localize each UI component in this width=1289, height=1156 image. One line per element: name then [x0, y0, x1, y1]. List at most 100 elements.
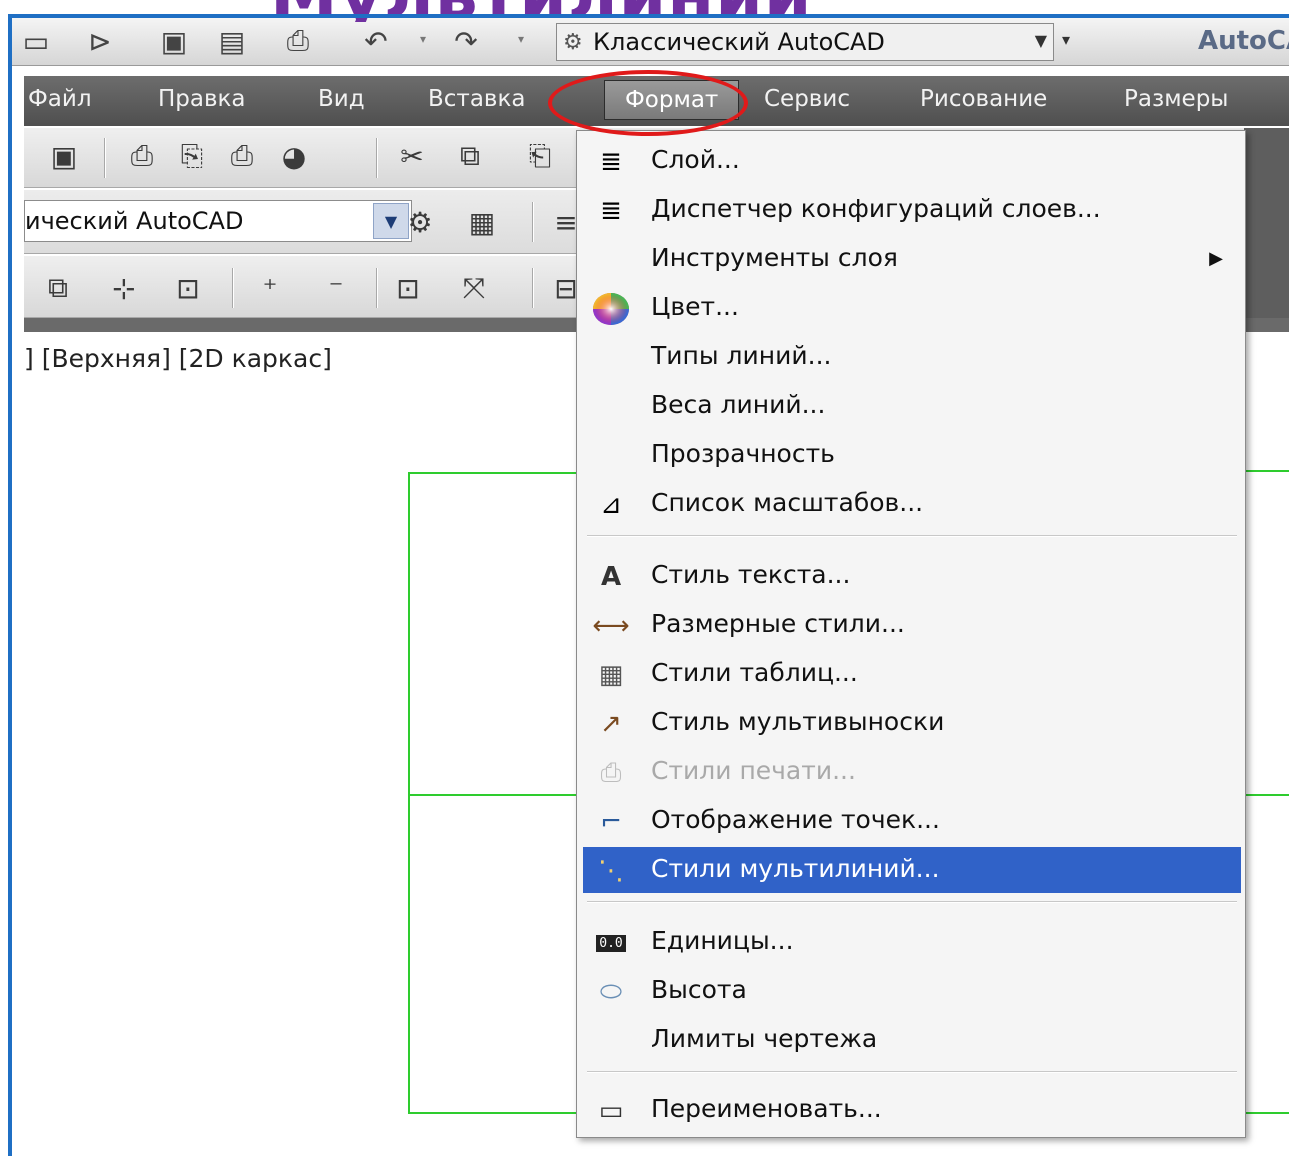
zoom-out-icon[interactable]: ⁻: [316, 268, 356, 308]
workspace-select[interactable]: ⚙ Классический AutoCAD ▼: [556, 23, 1054, 61]
menu-item-transparency[interactable]: Прозрачность: [583, 432, 1241, 478]
mline-style-icon: ⋱: [598, 856, 624, 886]
print-icon[interactable]: ⎙: [280, 24, 316, 58]
toolbar-separator: [376, 138, 378, 178]
menu-edit[interactable]: Правка: [158, 86, 246, 112]
menu-item-label: Типы линий...: [651, 341, 832, 370]
menu-item-color[interactable]: Цвет...: [583, 285, 1241, 331]
toolbar-separator: [532, 202, 534, 242]
menu-view[interactable]: Вид: [318, 86, 365, 112]
menu-bar: Файл Правка Вид Вставка Формат Сервис Ри…: [24, 76, 1289, 126]
app-title: AutoCA: [1198, 26, 1289, 56]
workspace-combo[interactable]: ический AutoCAD ▼: [24, 200, 412, 242]
zoom-in-icon[interactable]: ⁺: [250, 268, 290, 308]
menu-item-label: Лимиты чертежа: [651, 1024, 878, 1053]
menu-item-mline-style[interactable]: ⋱ Стили мультилиний...: [583, 847, 1241, 893]
workspace-settings-icon[interactable]: ⚙: [400, 202, 440, 242]
menu-item-dim-styles[interactable]: ⟷ Размерные стили...: [583, 602, 1241, 648]
rename-icon: ▭: [598, 1096, 624, 1126]
submenu-arrow-icon: ▶: [1209, 248, 1223, 269]
table-style-icon: ▦: [598, 660, 624, 690]
dim-style-icon: ⟷: [592, 611, 630, 641]
menu-item-lineweights[interactable]: Веса линий...: [583, 383, 1241, 429]
drawing-line: [408, 794, 578, 796]
new-file-icon[interactable]: ▭: [18, 24, 54, 58]
menu-divider: [587, 1071, 1237, 1073]
workspace-combo-value: ический AutoCAD: [25, 207, 244, 235]
redo-icon[interactable]: ↷: [448, 24, 484, 58]
menu-item-layer[interactable]: ≣ Слой...: [583, 138, 1241, 184]
menu-item-rename[interactable]: ▭ Переименовать...: [583, 1087, 1241, 1133]
gear-icon: ⚙: [563, 29, 583, 55]
menu-item-label: Стили мультилиний...: [651, 854, 940, 883]
print-icon[interactable]: ⎙: [122, 136, 162, 176]
menu-item-label: Размерные стили...: [651, 609, 905, 638]
menu-item-label: Стили таблиц...: [651, 658, 858, 687]
print-preview-icon[interactable]: ⎘: [172, 136, 212, 176]
cut-icon[interactable]: ✂: [392, 136, 432, 176]
menu-item-units[interactable]: 0.0 Единицы...: [583, 919, 1241, 965]
menu-item-label: Стиль мультивыноски: [651, 707, 945, 736]
drawing-line: [408, 472, 578, 474]
menu-insert[interactable]: Вставка: [428, 86, 525, 112]
menu-item-label: Диспетчер конфигураций слоев...: [651, 194, 1101, 223]
menu-item-label: Отображение точек...: [651, 805, 940, 834]
menu-item-layer-tools[interactable]: Инструменты слоя ▶: [583, 236, 1241, 282]
menu-item-thickness[interactable]: ⬭ Высота: [583, 968, 1241, 1014]
undo-dropdown-icon[interactable]: ▾: [420, 32, 426, 46]
drawing-line: [1246, 470, 1289, 472]
right-panel: [1244, 128, 1289, 318]
toolbar-separator: [232, 268, 234, 308]
copy-icon[interactable]: ⧉: [450, 136, 490, 176]
text-style-icon: A: [600, 562, 622, 592]
paste-icon[interactable]: ⎗: [520, 136, 560, 176]
menu-format[interactable]: Формат: [604, 80, 740, 120]
drawing-line: [1246, 794, 1289, 796]
menu-item-label: Единицы...: [651, 926, 794, 955]
menu-item-mleader-style[interactable]: ↗ Стиль мультивыноски: [583, 700, 1241, 746]
menu-dimension[interactable]: Размеры: [1124, 86, 1228, 112]
menu-item-linetypes[interactable]: Типы линий...: [583, 334, 1241, 380]
menu-divider: [587, 901, 1237, 903]
menu-item-table-styles[interactable]: ▦ Стили таблиц...: [583, 651, 1241, 697]
menu-item-text-style[interactable]: A Стиль текста...: [583, 553, 1241, 599]
menu-draw[interactable]: Рисование: [920, 86, 1047, 112]
menu-item-label: Инструменты слоя: [651, 243, 898, 272]
drawing-line: [1246, 1112, 1289, 1114]
viewport-label[interactable]: ] [Верхняя] [2D каркас]: [24, 344, 332, 373]
menu-file[interactable]: Файл: [28, 86, 92, 112]
menu-item-layer-states[interactable]: ≣ Диспетчер конфигураций слоев...: [583, 187, 1241, 233]
toolbar-separator: [376, 268, 378, 308]
menu-item-label: Прозрачность: [651, 439, 835, 468]
plot-style-icon: ⎙: [600, 757, 622, 788]
menu-item-drawing-limits[interactable]: Лимиты чертежа: [583, 1017, 1241, 1063]
zoom-extents-icon[interactable]: ⤧: [454, 268, 494, 308]
menu-item-scale-list[interactable]: ⊿ Список масштабов...: [583, 481, 1241, 527]
save-icon[interactable]: ▣: [156, 24, 192, 58]
drawing-line: [408, 472, 410, 1114]
open-folder-icon[interactable]: ⊳: [82, 24, 118, 58]
menu-item-label: Список масштабов...: [651, 488, 924, 517]
customize-qat-icon[interactable]: ▾: [1062, 30, 1070, 49]
zoom-window-icon[interactable]: ⧉: [38, 268, 78, 308]
menu-item-point-style[interactable]: ⌐ Отображение точек...: [583, 798, 1241, 844]
zoom-scale-icon[interactable]: ⊡: [168, 268, 208, 308]
menu-tools[interactable]: Сервис: [764, 86, 850, 112]
toolbar-separator: [104, 138, 106, 178]
3d-dwf-icon[interactable]: ◕: [274, 136, 314, 176]
menu-item-plot-styles: ⎙ Стили печати...: [583, 749, 1241, 795]
redo-dropdown-icon[interactable]: ▾: [518, 32, 524, 46]
menu-item-label: Стили печати...: [651, 756, 856, 785]
menu-item-label: Цвет...: [651, 292, 739, 321]
color-wheel-icon: [589, 291, 633, 327]
zoom-all-icon[interactable]: ⊡: [388, 268, 428, 308]
undo-icon[interactable]: ↶: [358, 24, 394, 58]
publish-icon[interactable]: ⎙: [222, 136, 262, 176]
toolbar-lock-icon[interactable]: ▦: [462, 202, 502, 242]
menu-item-label: Слой...: [651, 145, 740, 174]
zoom-dynamic-icon[interactable]: ⊹: [104, 268, 144, 308]
save-as-icon[interactable]: ▤: [214, 24, 250, 58]
mleader-style-icon: ↗: [600, 709, 622, 739]
point-style-icon: ⌐: [600, 807, 622, 837]
save-icon[interactable]: ▣: [44, 136, 84, 176]
